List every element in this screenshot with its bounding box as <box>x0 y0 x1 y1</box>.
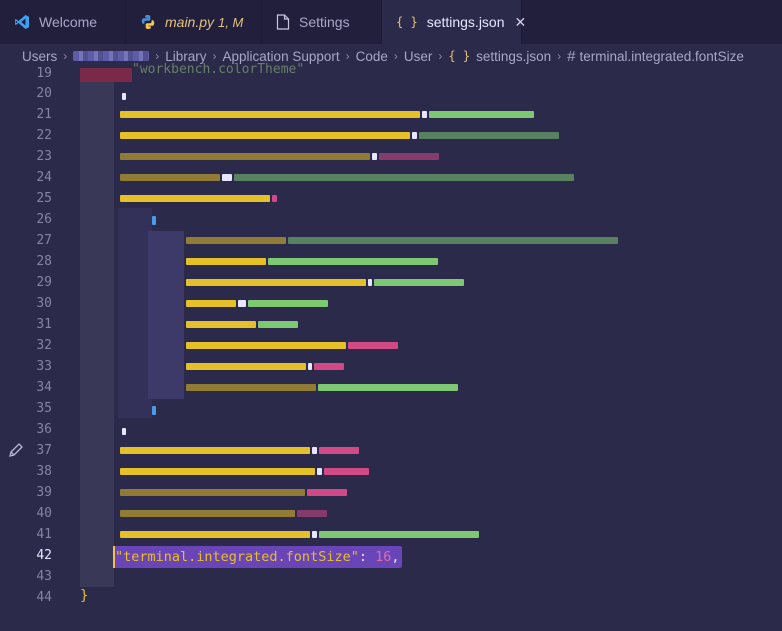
redacted-line <box>186 252 440 272</box>
redacted-line <box>122 87 128 107</box>
redacted-line <box>120 483 349 503</box>
line-number: 29 <box>36 275 52 290</box>
chevron-right-icon: › <box>155 49 160 63</box>
line-number: 44 <box>36 590 52 605</box>
tab-label: settings.json <box>426 14 505 30</box>
line-number: 32 <box>36 338 52 353</box>
setting-colon: : <box>358 549 376 565</box>
line-number: 31 <box>36 317 52 332</box>
tab-welcome[interactable]: Welcome <box>0 0 126 44</box>
breadcrumb-file-label: settings.json <box>476 48 552 64</box>
line-number: 43 <box>36 569 52 584</box>
line-number: 40 <box>36 506 52 521</box>
chevron-right-icon: › <box>438 49 443 63</box>
vscode-icon <box>14 14 30 30</box>
symbol-hash-icon: # <box>567 47 576 65</box>
tab-label: Settings <box>299 14 350 30</box>
redacted-line <box>120 126 561 146</box>
chevron-right-icon: › <box>557 49 562 63</box>
redacted-line <box>186 315 300 335</box>
selection-marker <box>80 68 132 82</box>
line-number: 38 <box>36 464 52 479</box>
line-number: 26 <box>36 212 52 227</box>
redacted-line <box>186 357 346 377</box>
redacted-line <box>152 401 158 421</box>
redacted-line <box>120 168 576 188</box>
indent-guide <box>80 68 114 587</box>
redacted-line <box>120 147 441 167</box>
line-number: 28 <box>36 254 52 269</box>
line-number: 41 <box>36 527 52 542</box>
text-cursor <box>113 546 115 568</box>
chevron-right-icon: › <box>345 49 350 63</box>
line-number: 21 <box>36 107 52 122</box>
tab-settings-json[interactable]: { } settings.json ✕ <box>382 0 526 44</box>
tab-label: Welcome <box>39 14 98 30</box>
redacted-line <box>120 189 279 209</box>
close-icon[interactable]: ✕ <box>515 14 527 31</box>
code-fragment: "workbench.colorTheme" <box>132 62 305 77</box>
redacted-line <box>152 211 158 231</box>
line-number: 33 <box>36 359 52 374</box>
closing-brace: } <box>80 588 89 604</box>
redacted-line <box>120 462 371 482</box>
redacted-line <box>186 231 620 251</box>
chevron-right-icon: › <box>212 49 217 63</box>
redacted-line <box>122 422 128 442</box>
line-number: 34 <box>36 380 52 395</box>
redacted-line <box>186 336 400 356</box>
line-number: 23 <box>36 149 52 164</box>
redacted-line <box>120 105 536 125</box>
json-braces-icon: { } <box>396 15 418 29</box>
line-number: 39 <box>36 485 52 500</box>
redacted-line <box>120 504 329 524</box>
indent-guide <box>118 208 152 418</box>
breadcrumb-user[interactable]: User <box>404 49 433 64</box>
tab-label: main.py <box>165 14 215 30</box>
line-number: 20 <box>36 86 52 101</box>
python-icon <box>140 14 156 30</box>
line-number-current: 42 <box>36 548 52 563</box>
chevron-right-icon: › <box>63 49 68 63</box>
breadcrumb-symbol-label: terminal.integrated.fontSize <box>579 48 744 64</box>
redacted-line <box>186 294 330 314</box>
json-braces-icon: { } <box>448 49 471 63</box>
pencil-icon[interactable] <box>8 442 24 463</box>
line-number: 19 <box>36 66 52 81</box>
tab-status: 1, M <box>218 14 244 30</box>
file-icon <box>276 14 290 30</box>
selected-setting-line[interactable]: "terminal.integrated.fontSize": 16, <box>113 546 402 568</box>
breadcrumb-symbol[interactable]: # terminal.integrated.fontSize <box>567 48 744 65</box>
line-number: 24 <box>36 170 52 185</box>
setting-value: 16 <box>375 549 392 565</box>
breadcrumb-code[interactable]: Code <box>356 49 388 64</box>
line-number: 35 <box>36 401 52 416</box>
redacted-line <box>186 378 460 398</box>
tab-settings[interactable]: Settings <box>262 0 382 44</box>
line-number: 30 <box>36 296 52 311</box>
line-number-gutter: 19 20 21 22 23 24 25 26 27 28 29 30 31 3… <box>0 66 78 631</box>
chevron-right-icon: › <box>393 49 398 63</box>
redacted-line <box>186 273 466 293</box>
breadcrumb-file[interactable]: { } settings.json <box>448 49 551 64</box>
setting-key: "terminal.integrated.fontSize" <box>115 549 359 565</box>
editor[interactable]: 19 20 21 22 23 24 25 26 27 28 29 30 31 3… <box>0 62 782 631</box>
redacted-line <box>120 525 481 545</box>
line-number: 22 <box>36 128 52 143</box>
tab-main-py[interactable]: main.py 1, M <box>126 0 262 44</box>
breadcrumb: Users › › Library › Application Support … <box>0 44 782 68</box>
indent-guide <box>148 231 184 399</box>
setting-comma: , <box>391 549 400 565</box>
redacted-username <box>73 51 150 61</box>
line-number: 36 <box>36 422 52 437</box>
tab-bar: Welcome main.py 1, M Settings { } settin… <box>0 0 782 44</box>
breadcrumb-users[interactable]: Users <box>22 49 57 64</box>
line-number: 25 <box>36 191 52 206</box>
redacted-line <box>120 441 361 461</box>
line-number: 27 <box>36 233 52 248</box>
